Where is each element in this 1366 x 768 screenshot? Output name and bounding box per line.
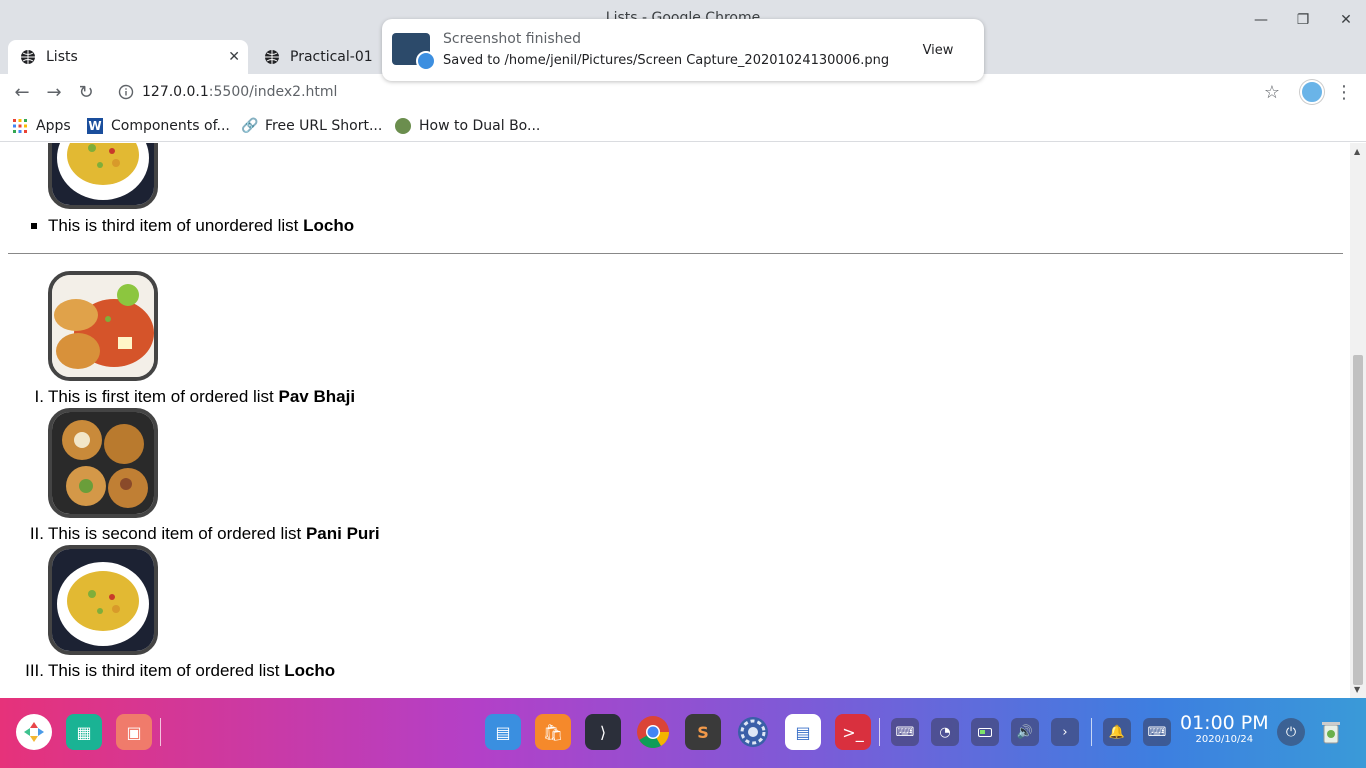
- settings-gear-icon[interactable]: [735, 714, 771, 750]
- clock-date: 2020/10/24: [1195, 734, 1254, 745]
- notification-message: Saved to /home/jenil/Pictures/Screen Cap…: [443, 53, 890, 68]
- url-host: 127.0.0.1: [142, 84, 209, 100]
- more-menu-icon[interactable]: ⋮: [1332, 80, 1356, 104]
- desktop-taskbar: ▦ ▣ ▤ 🛍 ⟩ S ▤ >_ ⌨ ◔ 🔊 › 🔔 ⌨ 01:00 PM 20…: [0, 698, 1366, 768]
- reload-icon[interactable]: ↻: [74, 80, 98, 104]
- url-path: :5500/index2.html: [208, 84, 338, 100]
- chrome-icon[interactable]: [635, 714, 671, 750]
- pani-puri-image: [48, 408, 158, 518]
- taskbar-clock[interactable]: 01:00 PM 2020/10/24: [1180, 712, 1269, 745]
- document-viewer-icon[interactable]: ▤: [785, 714, 821, 750]
- item-bold: Locho: [284, 661, 336, 680]
- list-bullet: [31, 223, 37, 229]
- item-bold: Pani Puri: [305, 524, 380, 543]
- taskbar-divider: [1091, 718, 1092, 746]
- taskbar-divider: [160, 718, 161, 746]
- site-favicon-icon: [395, 118, 411, 134]
- workspace-icon[interactable]: ▣: [116, 714, 152, 750]
- bookmark-label: Apps: [36, 118, 71, 134]
- launcher-icon[interactable]: [16, 714, 52, 750]
- trash-icon[interactable]: [1317, 718, 1345, 746]
- item-bold: Pav Bhaji: [278, 387, 356, 406]
- bookmark-dual-boot[interactable]: How to Dual Bo...: [395, 116, 540, 136]
- close-window-button[interactable]: ✕: [1331, 8, 1361, 32]
- apps-grid-icon: [13, 119, 27, 133]
- ordered-list-item: This is first item of ordered list Pav B…: [48, 387, 355, 407]
- taskbar-divider: [879, 718, 880, 746]
- input-method-icon[interactable]: ⌨: [1143, 718, 1171, 746]
- address-bar[interactable]: 127.0.0.1:5500/index2.html: [118, 81, 337, 103]
- bookmark-apps[interactable]: Apps: [12, 116, 71, 136]
- link-icon: 🔗: [241, 118, 259, 134]
- notification-bell-icon[interactable]: 🔔: [1103, 718, 1131, 746]
- sublime-text-icon[interactable]: S: [685, 714, 721, 750]
- item-text: This is second item of ordered list: [48, 524, 306, 543]
- pav-bhaji-image: [48, 271, 158, 381]
- item-text: This is third item of unordered list: [48, 216, 304, 235]
- close-tab-icon[interactable]: ✕: [228, 49, 240, 65]
- multitask-view-icon[interactable]: ▦: [66, 714, 102, 750]
- file-manager-icon[interactable]: ▤: [485, 714, 521, 750]
- bookmarks-bar: Apps W Components of... 🔗 Free URL Short…: [0, 110, 1366, 142]
- notification-title: Screenshot finished: [443, 31, 582, 47]
- minimize-button[interactable]: —: [1246, 8, 1276, 32]
- tab-label: Practical-01: [290, 49, 373, 65]
- forward-arrow-icon[interactable]: →: [42, 80, 66, 104]
- globe-icon: [265, 50, 279, 64]
- bookmark-label: Free URL Short...: [265, 118, 383, 134]
- locho-image: [48, 545, 158, 655]
- screenshot-notification[interactable]: Screenshot finished Saved to /home/jenil…: [382, 19, 984, 81]
- ordered-list-item: This is second item of ordered list Pani…: [48, 524, 380, 544]
- tab-label: Lists: [46, 49, 78, 65]
- screenshot-thumbnail: [392, 33, 436, 71]
- item-text: This is third item of ordered list: [48, 661, 285, 680]
- globe-icon: [21, 50, 35, 64]
- profile-avatar[interactable]: [1300, 80, 1324, 104]
- wifi-icon[interactable]: ◔: [931, 718, 959, 746]
- back-arrow-icon[interactable]: ←: [10, 80, 34, 104]
- app-store-icon[interactable]: 🛍: [535, 714, 571, 750]
- scrollbar-thumb[interactable]: [1353, 355, 1363, 685]
- battery-icon[interactable]: [971, 718, 999, 746]
- page-content: This is third item of unordered list Loc…: [0, 143, 1350, 698]
- scroll-down-arrow-icon[interactable]: ▼: [1354, 685, 1360, 694]
- view-button[interactable]: View: [906, 35, 970, 65]
- info-icon[interactable]: [118, 84, 134, 100]
- volume-icon[interactable]: 🔊: [1011, 718, 1039, 746]
- locho-image: [48, 143, 158, 209]
- item-bold: Locho: [303, 216, 355, 235]
- bookmark-label: Components of...: [111, 118, 230, 134]
- expand-tray-icon[interactable]: ›: [1051, 718, 1079, 746]
- bookmark-star-icon[interactable]: ☆: [1260, 80, 1284, 104]
- page-scrollbar[interactable]: ▲ ▼: [1350, 143, 1366, 698]
- keyboard-icon[interactable]: ⌨: [891, 718, 919, 746]
- power-icon[interactable]: ⏻: [1277, 718, 1305, 746]
- restore-button[interactable]: ❐: [1288, 8, 1318, 32]
- bookmark-components[interactable]: W Components of...: [87, 116, 230, 136]
- item-text: This is first item of ordered list: [48, 387, 279, 406]
- list-marker: III.: [25, 661, 44, 680]
- list-marker: II.: [29, 524, 44, 543]
- camera-icon: [416, 51, 436, 71]
- unordered-list-item: This is third item of unordered list Loc…: [48, 216, 354, 236]
- scroll-up-arrow-icon[interactable]: ▲: [1354, 147, 1360, 156]
- list-marker: I.: [34, 387, 44, 406]
- horizontal-rule: [8, 253, 1343, 254]
- vscode-icon[interactable]: ⟩: [585, 714, 621, 750]
- clock-time: 01:00 PM: [1180, 712, 1269, 734]
- ordered-list-item: This is third item of ordered list Locho: [48, 661, 335, 681]
- word-w-icon: W: [87, 118, 103, 134]
- terminal-icon[interactable]: >_: [835, 714, 871, 750]
- tab-lists[interactable]: Lists ✕: [8, 40, 248, 74]
- bookmark-label: How to Dual Bo...: [419, 118, 541, 134]
- bookmark-free-url[interactable]: 🔗 Free URL Short...: [241, 116, 382, 136]
